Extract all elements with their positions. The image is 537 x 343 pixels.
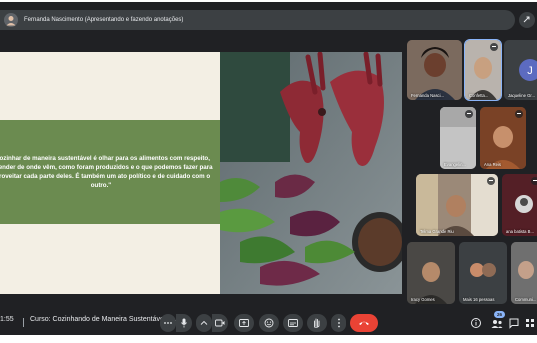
participant-video xyxy=(416,174,498,236)
emoji-icon xyxy=(264,318,274,328)
participant-tile[interactable]: J Jaqueline Gr... xyxy=(504,40,537,100)
participant-video xyxy=(407,40,462,100)
activities-button[interactable] xyxy=(524,317,537,329)
avatars-group-icon xyxy=(470,263,496,277)
speaking-indicator xyxy=(490,43,498,51)
control-bar: 1:55 Curso: Cozinhando de Maneira Susten… xyxy=(0,306,537,335)
more-options-icon[interactable] xyxy=(487,177,495,185)
end-call-icon xyxy=(359,321,369,325)
participant-tile[interactable]: Evangelin... xyxy=(440,107,476,169)
more-icon xyxy=(164,322,172,324)
participant-video xyxy=(511,242,537,304)
divider xyxy=(23,318,24,327)
avatar-initial: J xyxy=(527,65,533,77)
quote-band: "Cozinhar de maneira sustentável é olhar… xyxy=(0,120,220,224)
participant-name: Iracy Gomes xyxy=(411,297,435,302)
shared-screen: "Cozinhar de maneira sustentável é olhar… xyxy=(0,52,402,294)
chat-button[interactable] xyxy=(508,317,522,329)
participant-name: Fernanda Nasci... xyxy=(411,93,445,98)
people-button[interactable] xyxy=(490,317,504,329)
video-options-button[interactable] xyxy=(196,314,212,332)
more-options-icon[interactable] xyxy=(515,110,523,118)
expand-icon xyxy=(523,16,530,23)
participant-tile[interactable]: Confetta... xyxy=(464,39,502,101)
participant-name: Communi... xyxy=(515,297,537,302)
participant-tile[interactable]: Fernanda Nasci... xyxy=(407,40,462,100)
info-icon xyxy=(471,318,481,328)
more-vert-icon xyxy=(337,318,340,328)
more-people-label: Mais 16 pessoas xyxy=(463,297,495,302)
chevron-up-icon xyxy=(200,321,208,325)
slide-quote: "Cozinhar de maneira sustentável é olhar… xyxy=(0,155,213,189)
participant-name: ana batista B... xyxy=(506,229,534,234)
camera-button[interactable] xyxy=(212,314,228,332)
participant-avatar: J xyxy=(519,59,537,81)
meeting-details-button[interactable] xyxy=(470,317,484,329)
participant-tile[interactable]: Telma Grande Riu xyxy=(416,174,498,236)
more-options-icon[interactable] xyxy=(531,177,537,185)
participant-video xyxy=(407,242,455,304)
present-icon xyxy=(239,319,249,327)
meeting-time: 1:55 xyxy=(0,316,14,323)
participant-name: Evangelin... xyxy=(444,162,466,167)
participant-tile[interactable]: Communi... xyxy=(511,242,537,304)
participant-tile[interactable]: ana batista B... xyxy=(502,174,537,236)
participant-tile[interactable]: Iracy Gomes xyxy=(407,242,455,304)
raise-hand-icon xyxy=(314,318,320,328)
participant-name: Telma Grande Riu xyxy=(420,229,454,234)
more-audio-button[interactable] xyxy=(160,314,176,332)
people-count-badge: 26 xyxy=(494,311,505,318)
chat-icon xyxy=(509,318,519,329)
presenter-banner: Fernanda Nascimento (Apresentando e faze… xyxy=(0,10,515,30)
captions-icon xyxy=(288,319,298,327)
leave-call-button[interactable] xyxy=(350,314,378,332)
participant-name: Ana Reis xyxy=(484,162,501,167)
more-people-tile[interactable]: Mais 16 pessoas xyxy=(459,242,507,304)
camera-icon xyxy=(215,319,225,327)
mic-button[interactable] xyxy=(176,314,192,332)
mic-icon xyxy=(181,318,187,328)
meet-window: Fernanda Nascimento (Apresentando e faze… xyxy=(0,2,537,335)
meeting-title: Curso: Cozinhando de Maneira Sustentável… xyxy=(30,316,181,323)
participant-name: Confetta... xyxy=(469,93,489,98)
present-button[interactable] xyxy=(234,314,254,332)
more-options-button[interactable] xyxy=(331,314,346,332)
presenter-label: Fernanda Nascimento (Apresentando e faze… xyxy=(24,17,184,23)
people-icon xyxy=(491,320,503,328)
participant-tile[interactable]: Ana Reis xyxy=(480,107,526,169)
reactions-button[interactable] xyxy=(259,314,279,332)
more-options-icon[interactable] xyxy=(465,110,473,118)
captions-button[interactable] xyxy=(283,314,303,332)
participant-name: Jaqueline Gr... xyxy=(508,93,536,98)
presenter-avatar xyxy=(4,13,18,27)
slide-photo-hands-plants xyxy=(220,52,402,294)
activities-icon xyxy=(526,319,534,327)
raise-hand-button[interactable] xyxy=(307,314,327,332)
fullscreen-button[interactable] xyxy=(519,12,535,28)
top-bar: Fernanda Nascimento (Apresentando e faze… xyxy=(0,2,537,34)
